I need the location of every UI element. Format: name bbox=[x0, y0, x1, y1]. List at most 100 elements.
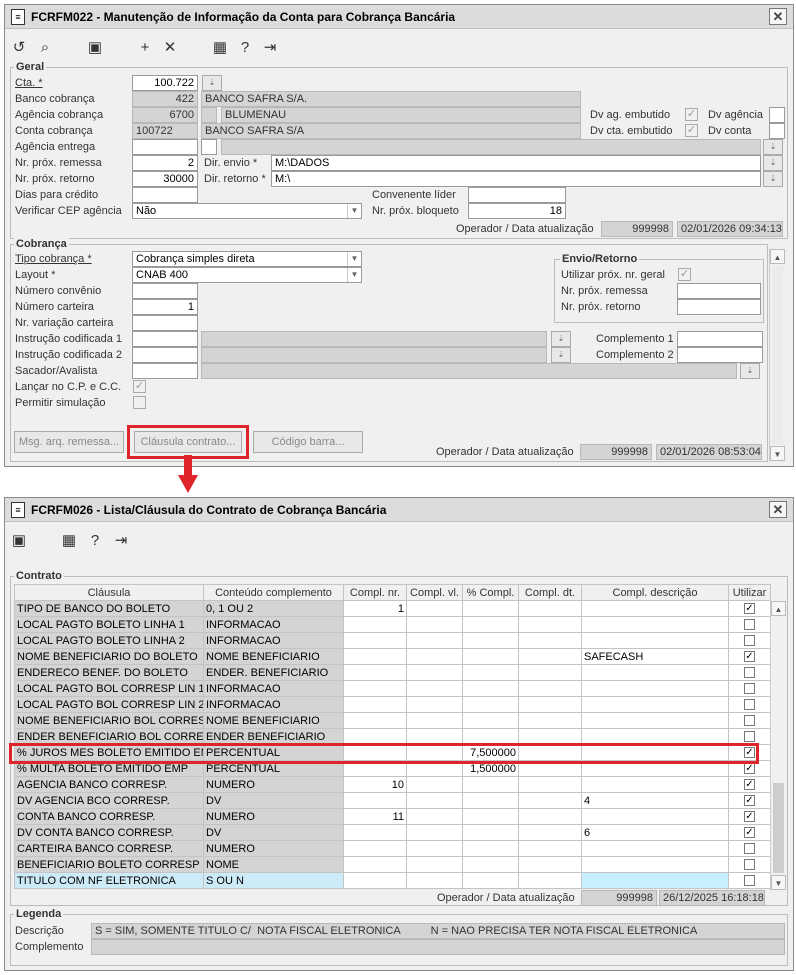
cell-compl-descricao[interactable] bbox=[581, 840, 729, 857]
instrucao-2-field[interactable] bbox=[132, 347, 198, 363]
msg-arq-remessa-button[interactable]: Msg. arq. remessa... bbox=[14, 431, 124, 453]
exit-icon[interactable]: ⇥ bbox=[111, 531, 131, 551]
cell-compl-descricao[interactable] bbox=[581, 600, 729, 617]
close-button[interactable]: ✕ bbox=[769, 8, 787, 25]
table-row[interactable]: LOCAL PAGTO BOLETO LINHA 2 INFORMACAO bbox=[14, 632, 771, 649]
dir-envio-browse-button[interactable]: ⇣ bbox=[763, 155, 783, 171]
utilizar-prox-checkbox[interactable]: ✓ bbox=[678, 268, 691, 281]
cell-compl-vl[interactable] bbox=[406, 664, 463, 681]
cell-pct-compl[interactable] bbox=[462, 648, 519, 665]
cell-compl-vl[interactable] bbox=[406, 632, 463, 649]
cell-compl-nr[interactable]: 10 bbox=[343, 776, 407, 793]
cell-compl-nr[interactable] bbox=[343, 856, 407, 873]
utilizar-checkbox[interactable] bbox=[744, 635, 755, 647]
table-row[interactable]: CARTEIRA BANCO CORRESP. NUMERO bbox=[14, 840, 771, 857]
cell-compl-vl[interactable] bbox=[406, 776, 463, 793]
cell-compl-vl[interactable] bbox=[406, 648, 463, 665]
agencia-entrega-field[interactable] bbox=[132, 139, 198, 155]
dv-agencia-field[interactable] bbox=[769, 107, 785, 123]
dir-envio-field[interactable]: M:\DADOS bbox=[271, 155, 761, 171]
dv-conta-field[interactable] bbox=[769, 123, 785, 139]
cell-compl-descricao[interactable] bbox=[581, 808, 729, 825]
cell-compl-descricao[interactable] bbox=[581, 632, 729, 649]
cell-compl-nr[interactable]: 11 bbox=[343, 808, 407, 825]
utilizar-checkbox[interactable] bbox=[744, 875, 755, 887]
cell-compl-dt[interactable] bbox=[518, 696, 582, 713]
scroll-down-icon[interactable]: ▼ bbox=[770, 446, 785, 461]
variacao-carteira-field[interactable] bbox=[132, 315, 198, 331]
layout-select[interactable]: CNAB 400 ▼ bbox=[132, 267, 362, 283]
cell-compl-vl[interactable] bbox=[406, 680, 463, 697]
table-row[interactable]: TIPO DE BANCO DO BOLETO 0, 1 OU 2 1 ✓ bbox=[14, 600, 771, 617]
cell-compl-dt[interactable] bbox=[518, 600, 582, 617]
cell-compl-nr[interactable] bbox=[343, 696, 407, 713]
col-compl-descricao[interactable]: Compl. descrição bbox=[581, 584, 729, 601]
cell-compl-vl[interactable] bbox=[406, 696, 463, 713]
complemento-2-field[interactable] bbox=[677, 347, 763, 363]
lancar-checkbox[interactable]: ✓ bbox=[133, 380, 146, 393]
permitir-checkbox[interactable] bbox=[133, 396, 146, 409]
dir-retorno-browse-button[interactable]: ⇣ bbox=[763, 171, 783, 187]
cell-compl-dt[interactable] bbox=[518, 776, 582, 793]
cell-compl-nr[interactable] bbox=[343, 872, 407, 889]
complemento-1-field[interactable] bbox=[677, 331, 763, 347]
dv-ag-embutido-checkbox[interactable]: ✓ bbox=[685, 108, 698, 121]
table-row[interactable]: LOCAL PAGTO BOLETO LINHA 1 INFORMACAO bbox=[14, 616, 771, 633]
codigo-barra-button[interactable]: Código barra... bbox=[253, 431, 363, 453]
col-utilizar[interactable]: Utilizar bbox=[728, 584, 771, 601]
cell-pct-compl[interactable] bbox=[462, 856, 519, 873]
dv-cta-embutido-checkbox[interactable]: ✓ bbox=[685, 124, 698, 137]
cell-compl-dt[interactable] bbox=[518, 872, 582, 889]
cell-compl-dt[interactable] bbox=[518, 792, 582, 809]
utilizar-checkbox[interactable] bbox=[744, 859, 755, 871]
cell-compl-dt[interactable] bbox=[518, 648, 582, 665]
agencia-entrega-dv-field[interactable] bbox=[201, 139, 217, 155]
env-remessa-field[interactable] bbox=[677, 283, 761, 299]
scroll-up-icon[interactable]: ▲ bbox=[771, 601, 786, 616]
cta-lookup-button[interactable]: ⇣ bbox=[202, 75, 222, 91]
search-icon[interactable]: ⌕ bbox=[35, 38, 55, 58]
utilizar-checkbox[interactable]: ✓ bbox=[744, 811, 755, 823]
utilizar-checkbox[interactable]: ✓ bbox=[744, 763, 755, 775]
cell-compl-nr[interactable] bbox=[343, 680, 407, 697]
cell-compl-nr[interactable]: 1 bbox=[343, 600, 407, 617]
chevron-down-icon[interactable]: ▼ bbox=[347, 252, 361, 266]
col-pct-compl[interactable]: % Compl. bbox=[462, 584, 519, 601]
cell-compl-dt[interactable] bbox=[518, 712, 582, 729]
close-button[interactable]: ✕ bbox=[769, 501, 787, 518]
cell-compl-vl[interactable] bbox=[406, 792, 463, 809]
cell-compl-descricao[interactable]: 4 bbox=[581, 792, 729, 809]
cell-compl-descricao[interactable] bbox=[581, 776, 729, 793]
save-icon[interactable]: ▣ bbox=[9, 531, 29, 551]
add-icon[interactable]: + bbox=[135, 38, 155, 58]
cell-compl-vl[interactable] bbox=[406, 840, 463, 857]
tipo-cobranca-select[interactable]: Cobrança simples direta ▼ bbox=[132, 251, 362, 267]
cta-field[interactable]: 100.722 bbox=[132, 75, 198, 91]
cell-compl-descricao[interactable] bbox=[581, 616, 729, 633]
help-icon[interactable]: ? bbox=[235, 38, 255, 58]
cell-compl-descricao[interactable]: SAFECASH bbox=[581, 648, 729, 665]
cell-compl-dt[interactable] bbox=[518, 616, 582, 633]
utilizar-checkbox[interactable]: ✓ bbox=[744, 779, 755, 791]
cell-pct-compl[interactable] bbox=[462, 792, 519, 809]
numero-convenio-field[interactable] bbox=[132, 283, 198, 299]
dias-credito-field[interactable] bbox=[132, 187, 198, 203]
scroll-thumb[interactable] bbox=[772, 266, 783, 444]
cell-pct-compl[interactable] bbox=[462, 776, 519, 793]
instrucao-1-field[interactable] bbox=[132, 331, 198, 347]
utilizar-checkbox[interactable] bbox=[744, 699, 755, 711]
utilizar-checkbox[interactable] bbox=[744, 731, 755, 743]
cell-pct-compl[interactable] bbox=[462, 872, 519, 889]
cell-compl-dt[interactable] bbox=[518, 840, 582, 857]
cell-compl-descricao[interactable] bbox=[581, 696, 729, 713]
scroll-down-icon[interactable]: ▼ bbox=[771, 875, 786, 890]
env-retorno-field[interactable] bbox=[677, 299, 761, 315]
table-row[interactable]: TITULO COM NF ELETRONICA S OU N bbox=[14, 872, 771, 889]
sacador-lookup-button[interactable]: ⇣ bbox=[740, 363, 760, 379]
cell-compl-vl[interactable] bbox=[406, 872, 463, 889]
cell-pct-compl[interactable] bbox=[462, 600, 519, 617]
table-row[interactable]: BENEFICIARIO BOLETO CORRESP NOME bbox=[14, 856, 771, 873]
cell-compl-vl[interactable] bbox=[406, 600, 463, 617]
help-icon[interactable]: ? bbox=[85, 531, 105, 551]
delete-icon[interactable]: ✕ bbox=[160, 38, 180, 58]
